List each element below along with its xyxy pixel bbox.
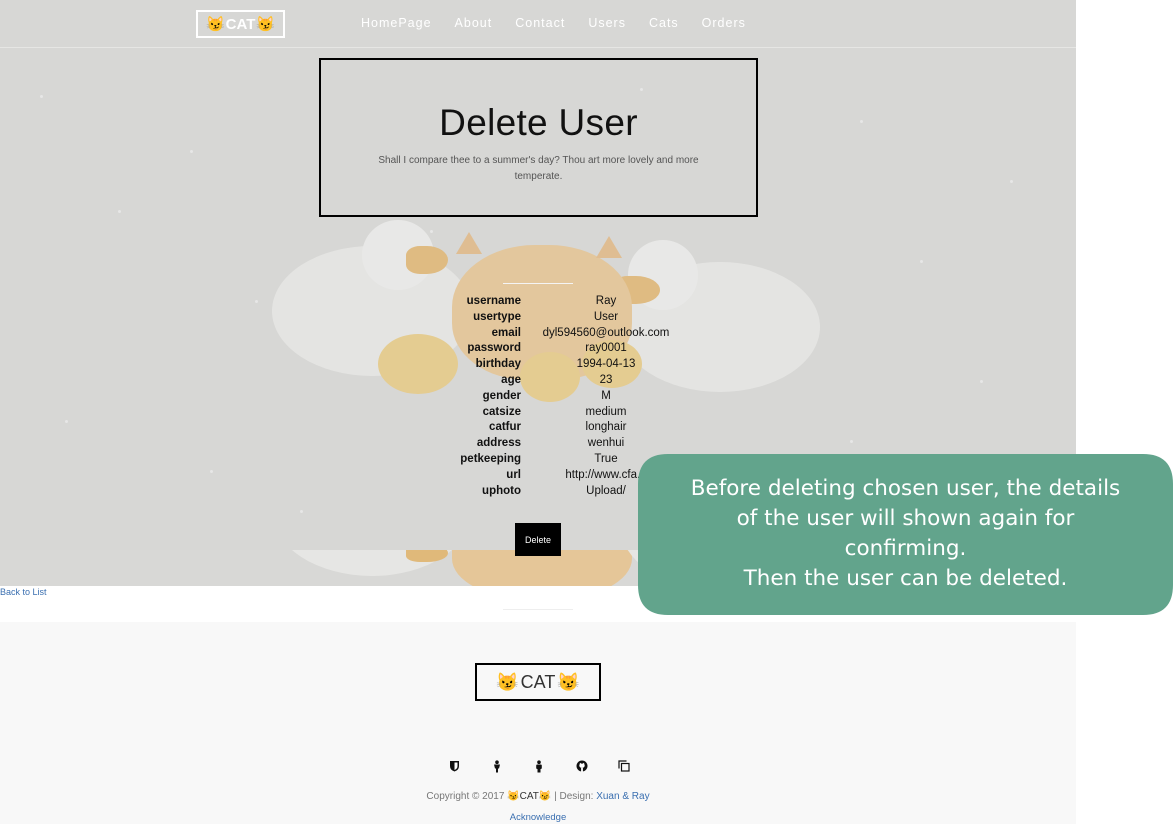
cat-face-icon: 😼: [557, 671, 580, 692]
acknowledge-link[interactable]: Acknowledge: [0, 812, 1076, 823]
copyright-line: Copyright © 2017 😼CAT😼 | Design: Xuan & …: [0, 791, 1076, 802]
detail-label: usertype: [473, 310, 521, 323]
copyright-prefix: Copyright © 2017: [426, 791, 505, 802]
nav-item-contact[interactable]: Contact: [515, 16, 565, 30]
nav-menu: HomePage About Contact Users Cats Orders: [361, 16, 769, 30]
detail-label: password: [467, 342, 521, 355]
detail-label: gender: [482, 389, 521, 402]
page-subtitle: Shall I compare thee to a summer's day? …: [378, 155, 699, 182]
github-icon[interactable]: [572, 758, 592, 774]
nav-item-cats[interactable]: Cats: [649, 16, 679, 30]
footer: 😼 CAT 😼 Copyright © 2017 😼CAT😼 | Design:…: [0, 622, 1076, 824]
detail-value: User: [593, 310, 619, 323]
detail-label: url: [506, 468, 521, 481]
detail-label: petkeeping: [460, 452, 521, 465]
footer-logo-text: CAT: [520, 671, 556, 692]
person-icon[interactable]: [487, 758, 507, 774]
cat-face-icon: 😼: [205, 15, 225, 33]
detail-value: medium: [585, 405, 627, 418]
shield-icon[interactable]: [444, 758, 464, 774]
delete-button[interactable]: Delete: [515, 523, 561, 556]
copy-icon[interactable]: [614, 758, 634, 774]
footer-logo[interactable]: 😼 CAT 😼: [475, 663, 601, 701]
nav-item-about[interactable]: About: [455, 16, 493, 30]
detail-label: email: [491, 326, 521, 339]
detail-label: catsize: [482, 405, 521, 418]
nav-item-homepage[interactable]: HomePage: [361, 16, 432, 30]
top-nav: 😼 CAT 😼 HomePage About Contact Users Cat…: [0, 0, 1076, 48]
page-title: Delete User: [439, 102, 638, 143]
detail-value: 1994-04-13: [576, 358, 636, 371]
detail-value: wenhui: [587, 437, 625, 450]
person-alt-icon[interactable]: [529, 758, 549, 774]
detail-value: Ray: [595, 295, 617, 307]
nav-item-users[interactable]: Users: [588, 16, 626, 30]
back-to-list-link[interactable]: Back to List: [0, 587, 47, 597]
callout-text: Before deleting chosen user, the details…: [690, 476, 1121, 591]
brand-logo[interactable]: 😼 CAT 😼: [196, 10, 285, 38]
detail-label: catfur: [489, 421, 521, 434]
detail-label: uphoto: [482, 484, 521, 497]
brand-logo-text: CAT: [225, 15, 256, 33]
detail-label: username: [466, 295, 521, 307]
annotation-callout: Before deleting chosen user, the details…: [638, 454, 1173, 615]
detail-value: longhair: [585, 421, 627, 434]
detail-value: M: [601, 389, 611, 402]
detail-value: ray0001: [585, 342, 627, 355]
copyright-brand: CAT: [519, 791, 539, 802]
detail-label: birthday: [475, 358, 521, 371]
design-credit-link[interactable]: Xuan & Ray: [596, 791, 649, 802]
detail-label: age: [501, 373, 521, 386]
social-links: [444, 758, 657, 774]
detail-value: dyl594560@outlook.com: [542, 326, 670, 339]
cat-face-icon: 😼: [538, 791, 552, 802]
nav-item-orders[interactable]: Orders: [702, 16, 746, 30]
cat-face-icon: 😼: [256, 15, 276, 33]
cat-face-icon: 😼: [507, 791, 520, 802]
cat-face-icon: 😼: [496, 671, 519, 692]
detail-value: 23: [599, 373, 613, 386]
title-box: Delete User Shall I compare thee to a su…: [319, 58, 758, 217]
divider: [503, 283, 573, 284]
divider: [503, 609, 573, 610]
design-label: | Design:: [554, 791, 594, 802]
detail-label: address: [476, 437, 521, 450]
